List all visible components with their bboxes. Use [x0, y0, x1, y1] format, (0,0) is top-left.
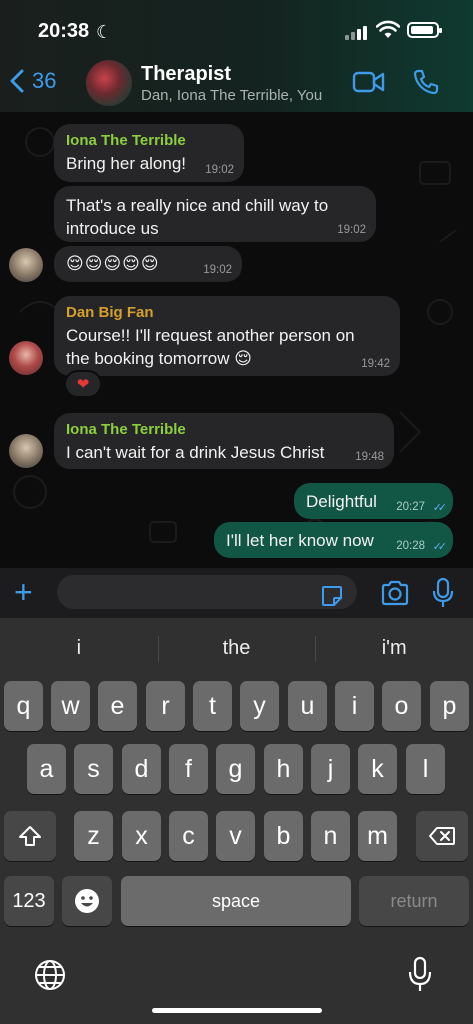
message-text: Course!! I'll request another person on …: [66, 326, 355, 368]
key-t[interactable]: t: [193, 681, 232, 731]
key-b[interactable]: b: [264, 811, 303, 861]
key-w[interactable]: w: [51, 681, 90, 731]
chat-participants[interactable]: Dan, Iona The Terrible, You: [141, 87, 322, 104]
key-f[interactable]: f: [169, 744, 208, 794]
message-time: 19:02: [203, 264, 232, 276]
chat-navbar: 36 Therapist Dan, Iona The Terrible, You: [0, 58, 473, 108]
message-time: 20:28: [396, 540, 425, 552]
message-text: That's a really nice and chill way to in…: [66, 196, 329, 238]
key-l[interactable]: l: [406, 744, 445, 794]
key-q[interactable]: q: [4, 681, 43, 731]
message-sender: Iona The Terrible: [66, 132, 186, 149]
return-key[interactable]: return: [359, 876, 469, 926]
dictation-mic-icon[interactable]: [407, 956, 433, 994]
message-bubble[interactable]: 😌😌😌😌😌 19:02: [54, 246, 242, 282]
suggestion-item[interactable]: the: [157, 628, 316, 668]
key-p[interactable]: p: [430, 681, 469, 731]
key-x[interactable]: x: [122, 811, 161, 861]
numbers-key[interactable]: 123: [4, 876, 54, 926]
message-sender: Dan Big Fan: [66, 304, 154, 321]
home-indicator[interactable]: [152, 1008, 322, 1013]
message-input[interactable]: [57, 575, 357, 609]
message-list[interactable]: Iona The Terrible Bring her along! 19:02…: [0, 112, 473, 568]
suggestion-item[interactable]: i: [0, 628, 158, 668]
key-c[interactable]: c: [169, 811, 208, 861]
keyboard: i the i'm q w e r t y u i o p a s d f g …: [0, 618, 473, 1024]
key-e[interactable]: e: [98, 681, 137, 731]
chevron-left-icon: [10, 69, 24, 93]
video-call-icon[interactable]: [352, 70, 386, 94]
chat-title[interactable]: Therapist: [141, 63, 231, 86]
message-time: 19:02: [205, 164, 234, 176]
key-h[interactable]: h: [264, 744, 303, 794]
sticker-icon[interactable]: [320, 584, 344, 608]
composer-bar: +: [0, 568, 473, 618]
back-button[interactable]: 36: [10, 68, 56, 94]
key-v[interactable]: v: [216, 811, 255, 861]
key-k[interactable]: k: [358, 744, 397, 794]
suggestion-item[interactable]: i'm: [315, 628, 473, 668]
backspace-icon: [429, 827, 455, 845]
read-receipt-icon: ✓✓: [432, 541, 448, 553]
message-bubble-outgoing[interactable]: Delightful 20:27 ✓✓: [294, 483, 453, 519]
delete-key[interactable]: [416, 811, 468, 861]
key-u[interactable]: u: [288, 681, 327, 731]
wifi-icon: [376, 20, 400, 38]
cellular-signal-icon: [345, 24, 367, 40]
emoji-smile-icon: [75, 889, 99, 913]
phone-call-icon[interactable]: [412, 68, 440, 96]
battery-icon: [407, 22, 442, 38]
message-time: 20:27: [396, 501, 425, 513]
key-i[interactable]: i: [335, 681, 374, 731]
microphone-icon[interactable]: [432, 577, 454, 609]
heart-icon: ❤: [76, 376, 90, 393]
shift-arrow-icon: [19, 826, 41, 846]
message-bubble[interactable]: That's a really nice and chill way to in…: [54, 186, 376, 242]
key-z[interactable]: z: [74, 811, 113, 861]
sender-avatar[interactable]: [9, 434, 43, 468]
key-g[interactable]: g: [216, 744, 255, 794]
message-time: 19:02: [337, 224, 366, 236]
space-key[interactable]: space: [121, 876, 351, 926]
message-time: 19:48: [355, 451, 384, 463]
message-bubble[interactable]: Iona The Terrible Bring her along! 19:02: [54, 124, 244, 182]
key-s[interactable]: s: [74, 744, 113, 794]
sender-avatar[interactable]: [9, 248, 43, 282]
suggestion-bar: i the i'm: [0, 628, 473, 668]
focus-moon-icon: ☾: [96, 22, 113, 42]
unread-count: 36: [32, 68, 57, 93]
key-m[interactable]: m: [358, 811, 397, 861]
shift-key[interactable]: [4, 811, 56, 861]
key-j[interactable]: j: [311, 744, 350, 794]
status-bar: 20:38 ☾: [0, 18, 473, 46]
emoji-key[interactable]: [62, 876, 112, 926]
key-d[interactable]: d: [122, 744, 161, 794]
key-n[interactable]: n: [311, 811, 350, 861]
chat-header: 20:38 ☾ 36 Therapist Dan, Iona The Terri…: [0, 0, 473, 112]
message-bubble[interactable]: Iona The Terrible I can't wait for a dri…: [54, 413, 394, 469]
attach-plus-icon[interactable]: +: [14, 576, 33, 608]
key-y[interactable]: y: [240, 681, 279, 731]
key-a[interactable]: a: [27, 744, 66, 794]
message-bubble[interactable]: Dan Big Fan Course!! I'll request anothe…: [54, 296, 400, 376]
message-reaction[interactable]: ❤: [64, 370, 102, 398]
message-text: I can't wait for a drink Jesus Christ: [66, 443, 325, 462]
key-o[interactable]: o: [382, 681, 421, 731]
message-sender: Iona The Terrible: [66, 421, 186, 438]
status-time: 20:38: [38, 20, 90, 42]
group-avatar[interactable]: [86, 60, 132, 106]
sender-avatar[interactable]: [9, 341, 43, 375]
message-time: 19:42: [361, 358, 390, 370]
message-bubble-outgoing[interactable]: I'll let her know now 20:28 ✓✓: [214, 522, 453, 558]
key-r[interactable]: r: [146, 681, 185, 731]
globe-icon[interactable]: [33, 958, 67, 992]
camera-icon[interactable]: [380, 580, 410, 606]
read-receipt-icon: ✓✓: [432, 502, 448, 514]
